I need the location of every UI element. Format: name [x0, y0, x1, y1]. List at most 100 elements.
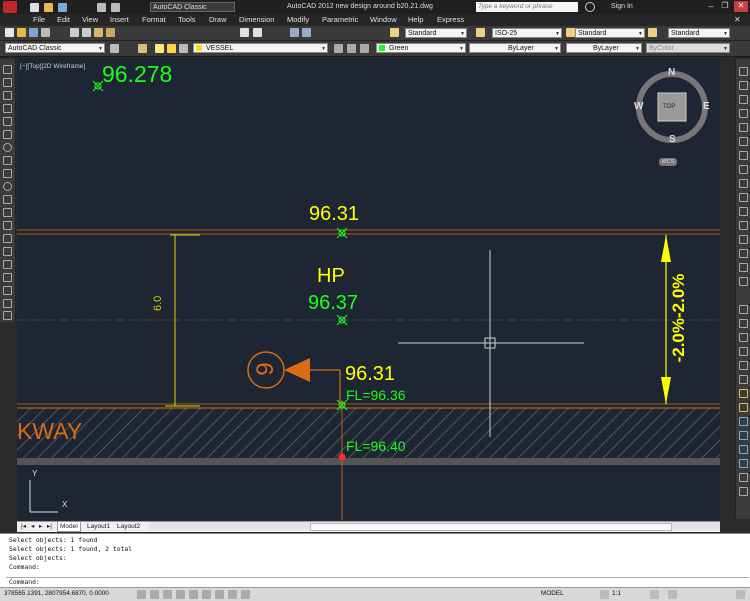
zoom-icon[interactable] [253, 28, 262, 37]
osnap-parallel-icon[interactable] [739, 403, 748, 412]
ducs-toggle-icon[interactable] [215, 590, 224, 599]
osnap-intersection-icon[interactable] [739, 333, 748, 342]
menu-dimension[interactable]: Dimension [239, 15, 274, 24]
revision-cloud-icon[interactable] [3, 156, 12, 165]
tab-layout1[interactable]: Layout1 [85, 522, 112, 531]
spline-icon[interactable] [3, 169, 12, 178]
osnap-settings-icon[interactable] [739, 473, 748, 482]
move-icon[interactable] [739, 137, 748, 146]
menu-modify[interactable]: Modify [287, 15, 309, 24]
workspace-switch-icon[interactable] [650, 590, 659, 599]
osnap-none-icon[interactable] [739, 459, 748, 468]
menu-view[interactable]: View [82, 15, 98, 24]
search-input[interactable]: Type a keyword or phrase [476, 2, 578, 12]
signin-link[interactable]: Sign In [611, 3, 633, 10]
make-block-icon[interactable] [3, 221, 12, 230]
fillet-icon[interactable] [739, 263, 748, 272]
new-icon[interactable] [5, 28, 14, 37]
command-input[interactable]: Command: [6, 577, 749, 587]
polyline-icon[interactable] [3, 91, 12, 100]
open-icon[interactable] [17, 28, 26, 37]
menu-parametric[interactable]: Parametric [322, 15, 358, 24]
viewcube-top-label[interactable]: TOP [663, 104, 675, 110]
tab-layout2[interactable]: Layout2 [115, 522, 142, 531]
extend-icon[interactable] [739, 207, 748, 216]
break-icon[interactable] [739, 221, 748, 230]
clean-screen-icon[interactable] [736, 590, 745, 599]
menu-format[interactable]: Format [142, 15, 166, 24]
pan-icon[interactable] [240, 28, 249, 37]
scrollbar-thumb[interactable] [310, 523, 672, 531]
line-icon[interactable] [3, 65, 12, 74]
drawing-canvas[interactable]: 96.278 96.31 HP 96.37 6.0 96.31 FL=96.36… [17, 58, 720, 520]
table-icon[interactable] [3, 286, 12, 295]
bulb-icon[interactable] [155, 44, 164, 53]
trim-icon[interactable] [739, 193, 748, 202]
osnap-toggle-icon[interactable] [189, 590, 198, 599]
color-dropdown[interactable]: Green [376, 43, 466, 53]
open-file-icon[interactable] [44, 3, 53, 12]
lineweight-toggle-icon[interactable] [241, 590, 250, 599]
construction-line-icon[interactable] [3, 78, 12, 87]
grid-toggle-icon[interactable] [150, 590, 159, 599]
layer-manager-icon[interactable] [138, 44, 147, 53]
viewport-label[interactable]: [−][Top][2D Wireframe] [20, 63, 85, 70]
menu-close-doc-icon[interactable]: ✕ [734, 15, 741, 24]
close-button[interactable]: ✕ [734, 1, 748, 12]
make-current-icon[interactable] [334, 44, 343, 53]
menu-insert[interactable]: Insert [110, 15, 129, 24]
nav-first-icon[interactable]: |◂ [19, 522, 28, 531]
osnap-extra-icon[interactable] [739, 487, 748, 496]
nav-last-icon[interactable]: ▸| [45, 522, 54, 531]
erase-icon[interactable] [739, 67, 748, 76]
ellipse-arc-icon[interactable] [3, 195, 12, 204]
menu-edit[interactable]: Edit [57, 15, 70, 24]
restore-button[interactable]: ❐ [719, 1, 731, 12]
app-logo-icon[interactable] [3, 1, 17, 13]
dim-style-icon[interactable] [476, 28, 485, 37]
menu-draw[interactable]: Draw [209, 15, 227, 24]
nav-prev-icon[interactable]: ◂ [29, 522, 36, 531]
properties-icon[interactable] [290, 28, 299, 37]
linetype-dropdown[interactable]: ByLayer [469, 43, 561, 53]
viewcube-east[interactable]: E [703, 101, 710, 112]
menu-window[interactable]: Window [370, 15, 397, 24]
mtext-icon[interactable] [3, 299, 12, 308]
copy-icon[interactable] [82, 28, 91, 37]
menu-file[interactable]: File [33, 15, 45, 24]
ellipse-icon[interactable] [3, 182, 12, 191]
multileader-style-dropdown[interactable]: Standard [668, 28, 730, 38]
plot-icon[interactable] [41, 28, 50, 37]
lineweight-dropdown[interactable]: ByLayer [566, 43, 642, 53]
horizontal-scrollbar[interactable] [150, 522, 720, 531]
osnap-endpoint-icon[interactable] [739, 305, 748, 314]
osnap-midpoint-icon[interactable] [739, 319, 748, 328]
dim-style-dropdown[interactable]: ISO-25 [492, 28, 562, 38]
osnap-insertion-icon[interactable] [739, 431, 748, 440]
sun-icon[interactable] [167, 44, 176, 53]
workspace-dropdown[interactable]: AutoCAD Classic [5, 43, 105, 53]
viewcube-west[interactable]: W [634, 101, 643, 112]
lock-ui-icon[interactable] [668, 590, 677, 599]
arc-icon[interactable] [3, 130, 12, 139]
hatch-icon[interactable] [3, 247, 12, 256]
rotate-icon[interactable] [739, 151, 748, 160]
gradient-icon[interactable] [3, 260, 12, 269]
save-toolbar-icon[interactable] [29, 28, 38, 37]
new-file-icon[interactable] [30, 3, 39, 12]
point-icon[interactable] [3, 234, 12, 243]
matchprop-icon[interactable] [106, 28, 115, 37]
redo-icon[interactable] [111, 3, 120, 12]
mirror-icon[interactable] [739, 95, 748, 104]
explode-icon[interactable] [739, 277, 748, 286]
minimize-button[interactable]: ‒ [705, 1, 717, 12]
region-icon[interactable] [3, 273, 12, 282]
annotation-scale[interactable]: 1:1 [612, 590, 621, 597]
search-icon[interactable] [585, 2, 595, 12]
osnap-center-icon[interactable] [739, 347, 748, 356]
rectangle-icon[interactable] [3, 117, 12, 126]
coordinates-readout[interactable]: 378565.1391, 2807954.6870, 0.0000 [4, 590, 109, 597]
table-style-dropdown[interactable]: Standard [575, 28, 645, 38]
menu-express[interactable]: Express [437, 15, 464, 24]
design-center-icon[interactable] [302, 28, 311, 37]
